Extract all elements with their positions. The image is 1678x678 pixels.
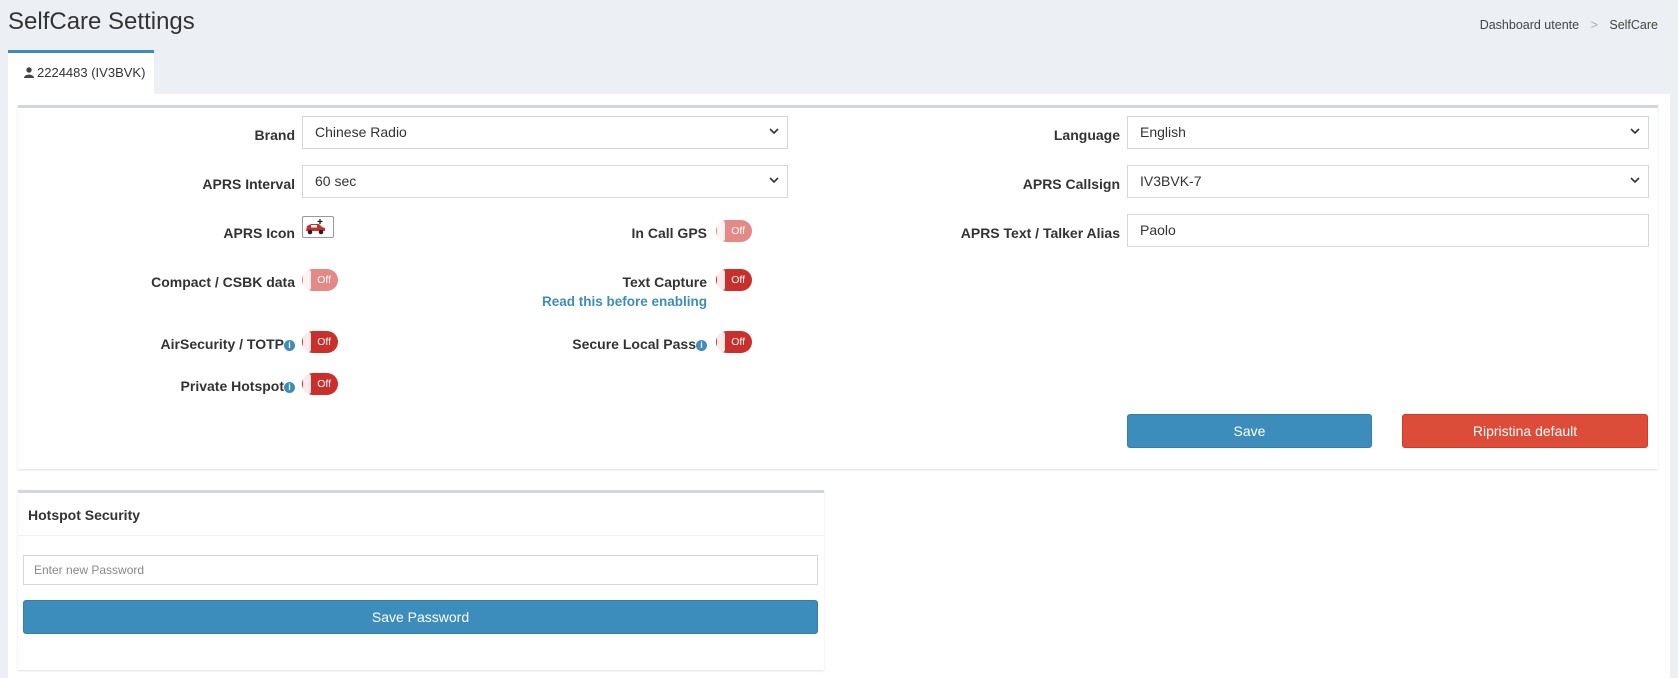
breadcrumb-dashboard-link[interactable]: Dashboard utente: [1480, 18, 1579, 32]
aprs-callsign-value: IV3BVK-7: [1140, 173, 1202, 189]
toggle-knob: [717, 332, 725, 352]
aprs-text-label: APRS Text / Talker Alias: [960, 225, 1120, 241]
tab-label: 2224483 (IV3BVK): [37, 65, 146, 80]
brand-label: Brand: [254, 127, 295, 143]
info-icon[interactable]: i: [696, 340, 707, 351]
compact-csbk-state: Off: [317, 274, 331, 286]
aprs-text-value: Paolo: [1140, 222, 1176, 238]
chevron-down-icon: [769, 166, 779, 184]
car-icon: [303, 219, 333, 240]
secure-local-pass-toggle[interactable]: Off: [716, 331, 752, 353]
text-capture-label: Text Capture: [622, 274, 707, 290]
private-hotspot-toggle[interactable]: Off: [302, 373, 338, 395]
compact-csbk-toggle[interactable]: Off: [302, 269, 338, 291]
aprs-callsign-label: APRS Callsign: [1022, 176, 1120, 192]
aprs-icon-picker[interactable]: [302, 216, 334, 238]
air-security-toggle[interactable]: Off: [302, 331, 338, 353]
page-title: SelfCare Settings: [8, 8, 195, 35]
private-hotspot-state: Off: [317, 378, 331, 390]
aprs-interval-value: 60 sec: [315, 173, 357, 189]
toggle-knob: [303, 374, 311, 394]
settings-panel: Brand Chinese Radio Language English APR…: [18, 105, 1658, 469]
breadcrumb-current: SelfCare: [1609, 18, 1658, 32]
breadcrumb-separator: >: [1590, 18, 1598, 32]
in-call-gps-state: Off: [731, 225, 745, 237]
private-hotspot-label: Private Hotspot i: [181, 378, 295, 394]
in-call-gps-toggle[interactable]: Off: [716, 220, 752, 242]
air-security-state: Off: [317, 336, 331, 348]
chevron-down-icon: [1630, 166, 1640, 184]
reset-default-button[interactable]: Ripristina default: [1402, 414, 1648, 448]
user-icon: [24, 54, 34, 94]
tab-user-profile[interactable]: 2224483 (IV3BVK): [8, 50, 154, 94]
text-capture-toggle[interactable]: Off: [716, 269, 752, 291]
toggle-knob: [303, 270, 311, 290]
air-security-label-text: AirSecurity / TOTP: [160, 336, 284, 352]
language-select-value: English: [1140, 124, 1186, 140]
panel-divider: [18, 535, 824, 536]
brand-select[interactable]: Chinese Radio: [302, 116, 788, 149]
compact-csbk-label: Compact / CSBK data: [151, 274, 295, 290]
hotspot-security-panel: Hotspot Security Save Password: [18, 490, 824, 670]
private-hotspot-label-text: Private Hotspot: [180, 378, 284, 394]
hotspot-security-title: Hotspot Security: [28, 507, 141, 523]
secure-local-pass-state: Off: [731, 336, 745, 348]
language-select[interactable]: English: [1127, 116, 1649, 149]
toggle-knob: [303, 332, 311, 352]
read-before-enabling-link[interactable]: Read this before enabling: [542, 294, 707, 309]
save-button[interactable]: Save: [1127, 414, 1372, 448]
aprs-interval-label: APRS Interval: [202, 176, 295, 192]
secure-local-pass-label: Secure Local Pass i: [572, 336, 707, 352]
secure-local-pass-label-text: Secure Local Pass: [572, 336, 696, 352]
aprs-icon-label: APRS Icon: [223, 225, 295, 241]
aprs-callsign-select[interactable]: IV3BVK-7: [1127, 165, 1649, 198]
brand-select-value: Chinese Radio: [315, 124, 407, 140]
info-icon[interactable]: i: [284, 340, 295, 351]
info-icon[interactable]: i: [284, 382, 295, 393]
toggle-knob: [717, 270, 725, 290]
new-password-input[interactable]: [23, 555, 818, 585]
aprs-interval-select[interactable]: 60 sec: [302, 165, 788, 198]
toggle-knob: [717, 221, 725, 241]
breadcrumb: Dashboard utente > SelfCare: [1480, 18, 1658, 32]
save-password-button[interactable]: Save Password: [23, 600, 818, 634]
aprs-text-input[interactable]: Paolo: [1127, 214, 1649, 247]
chevron-down-icon: [769, 117, 779, 135]
air-security-label: AirSecurity / TOTP i: [161, 336, 295, 352]
text-capture-state: Off: [731, 274, 745, 286]
chevron-down-icon: [1630, 117, 1640, 135]
in-call-gps-label: In Call GPS: [631, 225, 707, 241]
language-label: Language: [1053, 127, 1120, 143]
